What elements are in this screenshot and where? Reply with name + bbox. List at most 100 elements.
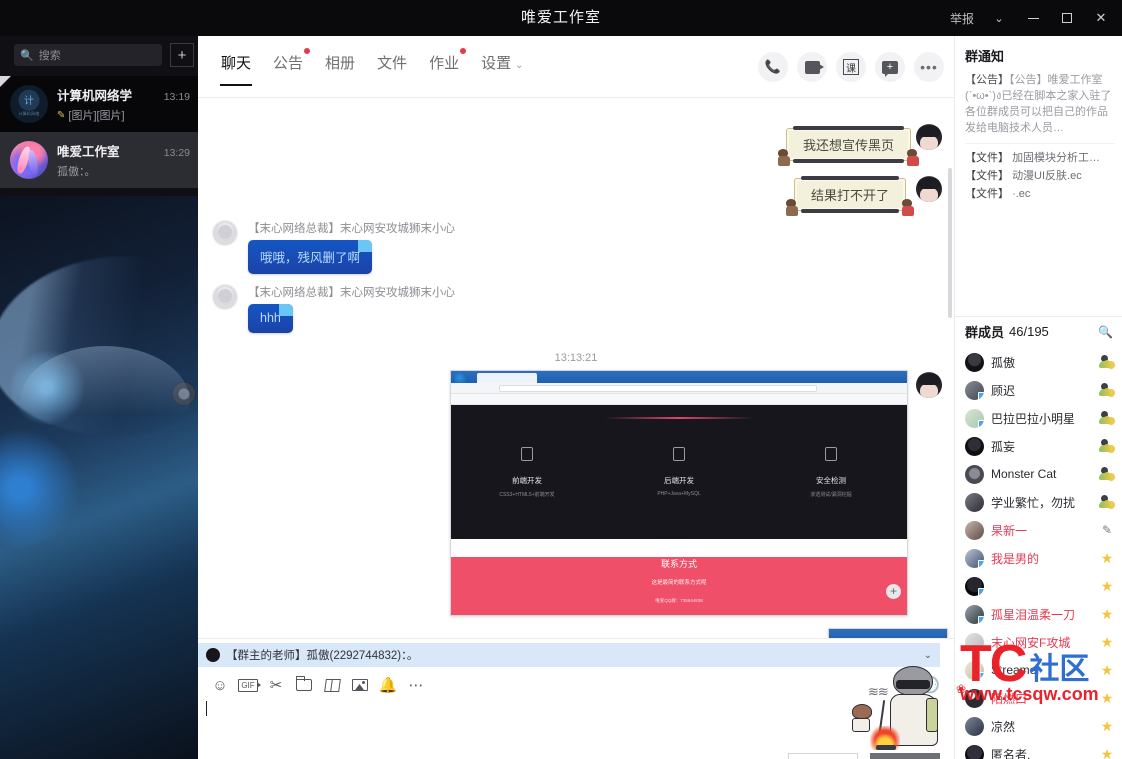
tab-chat[interactable]: 聊天 [210, 50, 262, 88]
image-icon[interactable] [346, 673, 374, 697]
reply-quote-bar[interactable]: 【群主的老师】孤傲(2292744832)：。 ⌄ [198, 643, 940, 667]
member-name: 巴拉巴拉小明星 [991, 411, 1076, 426]
member-row[interactable]: 陌燃口 ★ [955, 684, 1122, 712]
tab-files[interactable]: 文件 [366, 50, 418, 88]
gif-icon[interactable]: GIF [234, 673, 262, 697]
avatar[interactable] [212, 220, 238, 246]
shake-bell-icon[interactable]: 🔔 [374, 673, 402, 697]
sidebar-background-photo [0, 196, 198, 759]
notice-file-item[interactable]: 【文件】 ·.ec [965, 185, 1115, 203]
tab-album[interactable]: 相册 [314, 50, 366, 88]
chat-main: 聊天 公告 相册 文件 作业 设置 ⌄ 📞 课 + ••• 我还想宣传黑页 结果… [198, 36, 954, 759]
screenshot-scissors-icon[interactable]: ✂ [262, 673, 290, 697]
avatar [965, 380, 984, 400]
mobile-status-icon [978, 391, 984, 400]
member-row[interactable]: 凉然 ★ [955, 712, 1122, 740]
chevron-down-icon[interactable]: ⌄ [982, 1, 1016, 35]
member-row[interactable]: ★ [955, 572, 1122, 600]
message-scrollbar[interactable] [948, 168, 952, 318]
report-button[interactable]: 举报 [942, 1, 982, 35]
shared-image-partial[interactable] [828, 628, 948, 638]
more-options-icon[interactable]: ••• [914, 52, 944, 82]
member-row[interactable]: 学业繁忙，勿扰 [955, 488, 1122, 516]
message-list[interactable]: 我还想宣传黑页 结果打不开了 【末心网络总裁】末心网安攻城狮末小心 哦哦，残风删… [198, 98, 954, 638]
more-tools-icon[interactable]: ⋯ [402, 673, 430, 697]
red-packet-icon[interactable] [318, 673, 346, 697]
member-name: 顾迟 [991, 383, 1016, 398]
edit-pencil-icon[interactable]: ✎ [1099, 522, 1115, 538]
message-bubble[interactable]: 哦哦，残风删了啊 [248, 240, 373, 274]
member-row[interactable]: Monster Cat [955, 460, 1122, 488]
avatar [965, 688, 984, 708]
member-row[interactable]: 孤妄 [955, 432, 1122, 460]
maximize-button[interactable] [1050, 1, 1084, 35]
emoji-icon[interactable]: ☺ [206, 673, 234, 697]
member-list[interactable]: 孤傲 顾迟 巴拉巴拉小明星 孤妄 Monster Cat 学业繁忙，勿扰 杲新一… [955, 348, 1122, 759]
member-row[interactable]: 孤傲 [955, 348, 1122, 376]
section-divider [604, 417, 754, 419]
minimize-button[interactable] [1016, 1, 1050, 35]
corner-flag-icon [0, 76, 11, 87]
group-announcement[interactable]: 【公告】【公告】唯爱工作室(ˊ•ω•ˋ)ง已经在脚本之家入驻了 各位群成员可以把… [965, 72, 1115, 136]
scroll-bar-top [793, 126, 905, 130]
file-tag: 【文件】 [965, 170, 1009, 182]
collapse-icon[interactable]: ⌄ [924, 650, 932, 661]
member-row[interactable]: Streamer ★ [955, 656, 1122, 684]
chat-list-item[interactable]: 计算机网络学 13:19 ✎ [图片][图片] [0, 76, 198, 132]
message-timestamp: 13:13:21 [554, 352, 598, 364]
add-chat-button[interactable]: + [170, 43, 194, 67]
shared-image[interactable]: 前端开发 CSS3+HTML5+前端开发 后端开发 PHP+Java+MySQL… [450, 370, 908, 616]
search-icon[interactable]: 🔍 [1098, 325, 1113, 339]
add-member-icon[interactable]: + [875, 52, 905, 82]
character-head [852, 704, 872, 719]
member-row[interactable]: 杲新一 ✎ [955, 516, 1122, 544]
notice-file-item[interactable]: 【文件】 加固模块分析工… [965, 149, 1115, 167]
member-row[interactable]: 顾迟 [955, 376, 1122, 404]
member-row[interactable]: 我是男的 ★ [955, 544, 1122, 572]
figure-body [902, 206, 915, 216]
phone-call-icon[interactable]: 📞 [758, 52, 788, 82]
message-bubble[interactable]: 我还想宣传黑页 [778, 126, 920, 166]
video-call-icon[interactable] [797, 52, 827, 82]
announcement-tag: 【公告】 [965, 74, 1009, 86]
card-title: 后端开发 [664, 476, 694, 485]
search-icon: 🔍 [20, 49, 34, 62]
message-bubble[interactable]: hhh [248, 304, 293, 333]
notice-file-item[interactable]: 【文件】 动漫UI反肤.ec [965, 167, 1115, 185]
avatar[interactable] [212, 284, 238, 310]
tab-homework[interactable]: 作业 [418, 48, 470, 88]
avatar[interactable] [916, 124, 942, 150]
plus-glyph: + [882, 60, 898, 77]
card-icon [521, 447, 533, 461]
member-row[interactable]: 巴拉巴拉小明星 [955, 404, 1122, 432]
close-button[interactable]: ✕ [1084, 1, 1118, 35]
star-badge-icon: ★ [1100, 606, 1114, 622]
member-row[interactable]: 孤星泪温柔一刀 ★ [955, 600, 1122, 628]
message-bubble[interactable]: 结果打不开了 [786, 176, 915, 216]
star-badge-icon: ★ [1100, 690, 1114, 706]
tab-settings[interactable]: 设置 ⌄ [470, 50, 534, 88]
avatar[interactable] [916, 372, 942, 398]
folder-icon[interactable] [290, 673, 318, 697]
window-controls: 举报 ⌄ ✕ [942, 0, 1118, 36]
character-torso [852, 718, 870, 732]
avatar [965, 352, 984, 372]
tab-label: 设置 [481, 55, 512, 72]
card-icon [673, 447, 685, 461]
avatar [206, 648, 220, 662]
image-glyph [352, 679, 368, 691]
scroll-bar-bottom [801, 209, 900, 213]
search-input[interactable]: 🔍 搜索 [14, 44, 162, 66]
member-name: 孤妄 [991, 439, 1016, 454]
zoom-in-icon[interactable]: + [886, 584, 901, 599]
class-icon[interactable]: 课 [836, 52, 866, 82]
member-row[interactable]: 匿名者. ★ [955, 740, 1122, 759]
member-row[interactable]: 末心网安F攻城 ★ [955, 628, 1122, 656]
tab-announcement[interactable]: 公告 [262, 48, 314, 88]
browser-title-bar [451, 371, 907, 386]
avatar[interactable] [916, 176, 942, 202]
file-name: 加固模块分析工… [1012, 152, 1101, 164]
pubg-sticker-overlay: ≋≋ [838, 660, 956, 759]
chat-list-item[interactable]: 唯爱工作室 13:29 孤傲：。 [0, 132, 198, 188]
message-input[interactable] [206, 701, 942, 753]
